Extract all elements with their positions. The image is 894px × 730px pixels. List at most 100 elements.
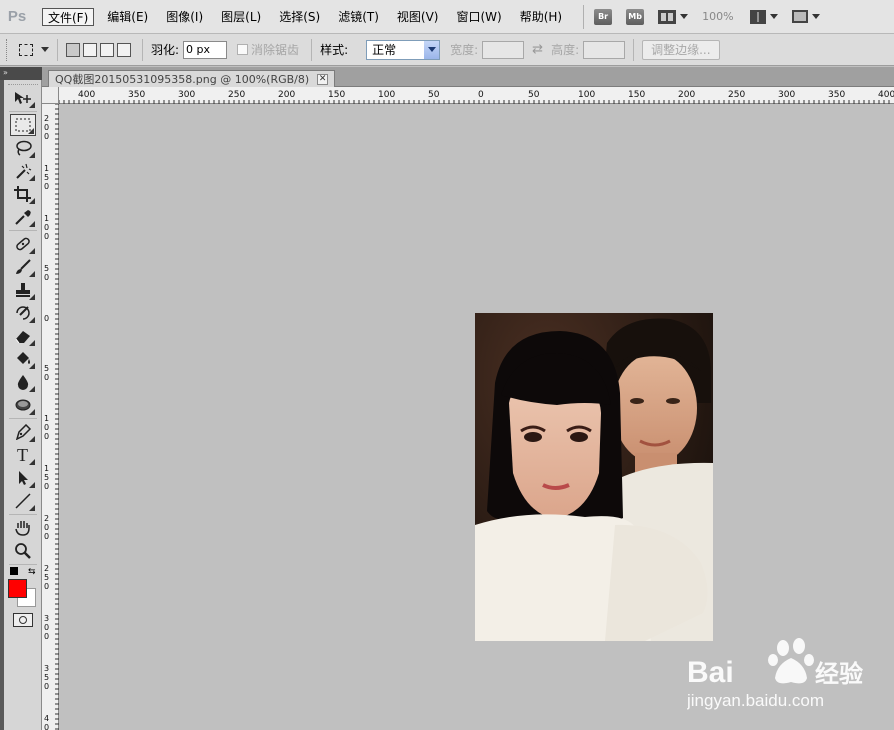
- eyedropper-tool[interactable]: [10, 206, 36, 228]
- width-input[interactable]: [482, 40, 525, 59]
- style-value: 正常: [372, 43, 397, 57]
- ruler-label: 200: [44, 514, 49, 541]
- menu-image[interactable]: 图像(I): [161, 8, 208, 26]
- height-input[interactable]: [583, 40, 626, 59]
- marquee-preset-icon[interactable]: [19, 43, 33, 56]
- lasso-tool[interactable]: [10, 137, 36, 159]
- quick-mask-button[interactable]: [12, 613, 33, 627]
- type-tool[interactable]: T: [10, 444, 36, 466]
- options-grip[interactable]: [6, 38, 9, 61]
- tools-header[interactable]: »: [0, 67, 42, 80]
- baidu-paw-logo: Bai 经验 jingyan.baidu.com: [686, 638, 863, 710]
- dodge-tool[interactable]: [10, 394, 36, 416]
- ruler-label: 300: [44, 614, 49, 641]
- menu-bar: Ps 文件(F) 编辑(E) 图像(I) 图层(L) 选择(S) 滤镜(T) 视…: [0, 0, 894, 34]
- intersect-selection-button[interactable]: [117, 42, 131, 57]
- foreground-color-swatch[interactable]: [7, 579, 27, 598]
- ruler-label: 100: [578, 90, 595, 100]
- refine-edge-button[interactable]: 调整边缘...: [642, 39, 720, 60]
- new-selection-button[interactable]: [66, 42, 80, 57]
- add-selection-button[interactable]: [83, 42, 97, 57]
- blur-tool[interactable]: [10, 371, 36, 393]
- line-icon: [14, 493, 31, 509]
- antialias-label: 消除锯齿: [251, 43, 300, 57]
- chevron-down-icon[interactable]: [41, 47, 49, 52]
- menu-window[interactable]: 窗口(W): [451, 8, 506, 26]
- clone-stamp-tool[interactable]: [10, 279, 36, 301]
- eraser-tool[interactable]: [10, 325, 36, 347]
- line-tool[interactable]: [10, 490, 36, 512]
- style-select[interactable]: 正常: [366, 39, 441, 60]
- arrange-documents-button[interactable]: [749, 9, 778, 24]
- extras-button[interactable]: [658, 9, 689, 24]
- crop-icon: [13, 186, 31, 202]
- ruler-label: 300: [778, 90, 795, 100]
- vertical-ruler[interactable]: 200 150 100 50 0 50 100 150 200 250 300 350 400: [42, 103, 59, 730]
- swap-colors-icon[interactable]: ⇆: [28, 567, 36, 577]
- droplet-icon: [17, 375, 28, 390]
- menu-layer[interactable]: 图层(L): [216, 8, 266, 26]
- path-select-tool[interactable]: [10, 467, 36, 489]
- menu-select[interactable]: 选择(S): [274, 8, 325, 26]
- feather-input[interactable]: 0 px: [183, 40, 228, 59]
- document-tab[interactable]: QQ截图20150531095358.png @ 100%(RGB/8) ✕: [48, 70, 336, 87]
- screen-mode-icon: [791, 10, 808, 23]
- screen-mode-button[interactable]: [791, 10, 820, 23]
- pen-tool[interactable]: [10, 421, 36, 443]
- menu-edit[interactable]: 编辑(E): [102, 8, 153, 26]
- ruler-label: 400: [78, 90, 95, 100]
- menu-view[interactable]: 视图(V): [392, 8, 444, 26]
- swap-icon[interactable]: ⇄: [532, 42, 543, 57]
- subtract-selection-button[interactable]: [100, 42, 114, 57]
- mini-bridge-button[interactable]: Mb: [626, 8, 645, 25]
- baidu-watermark: Bai 经验 jingyan.baidu.com: [686, 634, 887, 714]
- lasso-icon: [15, 140, 32, 156]
- bridge-button[interactable]: Br: [594, 8, 613, 25]
- paint-bucket-icon: [16, 352, 30, 364]
- canvas-area[interactable]: Bai 经验 jingyan.baidu.com: [59, 104, 894, 730]
- bridge-icon: Br: [594, 8, 613, 25]
- ps-logo: Ps: [7, 8, 27, 25]
- menu-file[interactable]: 文件(F): [42, 7, 95, 26]
- brush-tool[interactable]: [10, 256, 36, 278]
- divider: [57, 38, 58, 61]
- pen-icon: [15, 424, 31, 440]
- menu-help[interactable]: 帮助(H): [515, 8, 567, 26]
- ruler-label: 350: [44, 664, 49, 691]
- move-tool[interactable]: [10, 87, 36, 109]
- ruler-label: 50: [428, 90, 440, 100]
- healing-brush-tool[interactable]: [10, 233, 36, 255]
- default-colors-icon[interactable]: [9, 567, 18, 575]
- divider: [633, 38, 635, 61]
- rect-marquee-tool[interactable]: [9, 114, 36, 136]
- ruler-label: 300: [178, 90, 195, 100]
- zoom-level[interactable]: 100%: [702, 10, 733, 23]
- antialias-checkbox[interactable]: [237, 44, 249, 55]
- dodge-icon: [15, 399, 30, 411]
- bandage-icon: [15, 237, 30, 251]
- menu-filter[interactable]: 滤镜(T): [333, 8, 384, 26]
- hand-tool[interactable]: [10, 517, 36, 539]
- options-bar: 羽化: 0 px 消除锯齿 样式: 正常 宽度: ⇄ 高度: 调整边缘...: [0, 34, 894, 66]
- tools-grip[interactable]: [7, 84, 38, 85]
- vertical-ruler-ticks: 200 150 100 50 0 50 100 150 200 250 300 350 400: [44, 103, 59, 730]
- paint-bucket-tool[interactable]: [10, 348, 36, 370]
- crop-tool[interactable]: [10, 183, 36, 205]
- ruler-label: 150: [44, 164, 49, 191]
- close-icon[interactable]: ✕: [317, 73, 329, 85]
- app-bar-controls: Br Mb 100%: [583, 4, 833, 29]
- ruler-label: 250: [228, 90, 245, 100]
- hand-icon: [14, 521, 30, 536]
- quick-select-tool[interactable]: [10, 160, 36, 182]
- feather-label: 羽化:: [151, 43, 180, 57]
- mini-bridge-icon: Mb: [626, 8, 645, 25]
- horizontal-ruler-ticks: 400 350 300 250 200 150 100 50 0 50 100 150 200 250 30…: [58, 90, 894, 104]
- film-icon: [658, 9, 677, 24]
- history-brush-tool[interactable]: [10, 302, 36, 324]
- ruler-origin[interactable]: [42, 87, 59, 104]
- horizontal-ruler[interactable]: 400 350 300 250 200 150 100 50 0 50 100 150 200 250 30…: [58, 87, 894, 104]
- document-image[interactable]: [475, 313, 713, 641]
- zoom-tool[interactable]: [10, 540, 36, 562]
- ruler-label: 100: [378, 90, 395, 100]
- ruler-label: 150: [328, 90, 345, 100]
